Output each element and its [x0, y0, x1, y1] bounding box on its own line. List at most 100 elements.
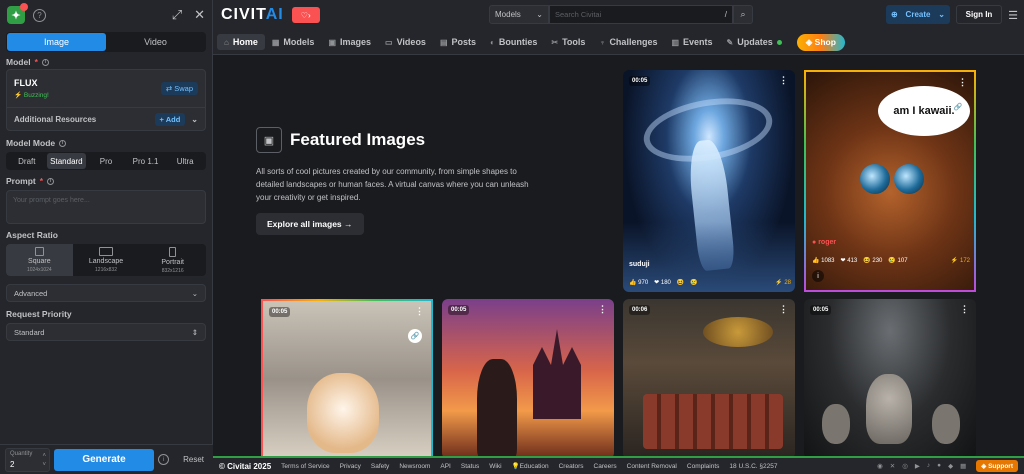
footer-link[interactable]: 18 U.S.C. §2257	[729, 463, 777, 470]
quantity-stepper[interactable]: Quantity 2 ˄ ˅	[5, 447, 50, 472]
tab-video[interactable]: Video	[106, 33, 205, 51]
reddit-icon[interactable]: ●	[937, 462, 941, 470]
creator-name[interactable]: suduji	[629, 261, 650, 268]
generate-button[interactable]: Generate	[54, 448, 154, 471]
civitai-logo[interactable]: CIVITAI	[221, 6, 284, 24]
footer-link[interactable]: Terms of Service	[281, 463, 329, 470]
x-icon[interactable]: ✕	[890, 462, 895, 470]
image-card[interactable]: 00:05 ⋮ suduji 👍 970 ❤ 180 😆 😢 ⚡ 28	[623, 70, 795, 292]
swap-button[interactable]: ⇄ Swap	[160, 82, 198, 95]
instagram-icon[interactable]: ◎	[902, 462, 908, 470]
github-icon[interactable]: ◆	[948, 462, 953, 470]
chevron-down-icon[interactable]: ⌄	[191, 115, 198, 124]
heart-count[interactable]: ❤ 180	[654, 279, 671, 286]
shop-button[interactable]: ◈ Shop	[796, 33, 845, 51]
footer-link[interactable]: Wiki	[489, 463, 501, 470]
creator-name[interactable]: ● roger	[812, 239, 836, 246]
info-icon[interactable]: i	[47, 177, 55, 185]
image-card[interactable]: 00:06 ⋮	[623, 299, 795, 456]
info-icon[interactable]: i	[59, 139, 67, 147]
mouse-figure	[822, 404, 850, 444]
nav-posts[interactable]: ▤ Posts	[433, 34, 483, 50]
help-icon[interactable]: ?	[33, 8, 46, 22]
more-options-icon[interactable]: ⋮	[779, 304, 788, 315]
nav-videos[interactable]: ▭ Videos	[378, 34, 433, 50]
hamburger-menu-icon[interactable]: ☰	[1008, 9, 1018, 22]
aspect-portrait[interactable]: Portrait 832x1216	[139, 244, 206, 276]
add-resource-button[interactable]: + Add	[154, 112, 186, 126]
advanced-toggle[interactable]: Advanced ⌄	[6, 284, 206, 302]
heart-count[interactable]: ❤ 413	[841, 257, 858, 264]
more-options-icon[interactable]: ⋮	[960, 304, 969, 315]
laugh-count[interactable]: 😆 230	[863, 257, 882, 264]
explore-all-images-button[interactable]: Explore all images →	[256, 213, 364, 235]
mode-draft[interactable]: Draft	[7, 153, 47, 169]
discord-icon[interactable]: ◉	[877, 462, 883, 470]
tab-image[interactable]: Image	[7, 33, 106, 51]
footer-link[interactable]: Creators	[559, 463, 584, 470]
aspect-square[interactable]: Square 1024x1024	[6, 244, 73, 276]
expand-icon[interactable]: ⤢	[172, 7, 182, 23]
nav-updates[interactable]: ✎ Updates	[720, 34, 789, 50]
nav-challenges[interactable]: ♆ Challenges	[592, 34, 664, 50]
aspect-landscape[interactable]: Landscape 1216x832	[73, 244, 140, 276]
like-count[interactable]: 👍 1083	[812, 257, 835, 264]
create-button[interactable]: ⊕ Create ⌄	[886, 5, 950, 24]
main-content: ▣ Featured Images All sorts of cool pictu…	[213, 55, 1024, 456]
link-icon[interactable]: 🔗	[951, 100, 965, 114]
nav-bounties[interactable]: ◐ Bounties	[483, 34, 544, 50]
tiktok-icon[interactable]: ♪	[927, 462, 930, 470]
cry-count[interactable]: 😢	[690, 279, 697, 286]
footer-link[interactable]: Careers	[594, 463, 617, 470]
buzz-tip[interactable]: ⚡ 28	[775, 279, 791, 286]
more-options-icon[interactable]: ⋮	[598, 304, 607, 315]
info-icon[interactable]: i	[812, 270, 824, 282]
search-icon[interactable]: ⌕	[733, 5, 753, 24]
support-button[interactable]: ◈ Support	[976, 460, 1018, 472]
brand-icon[interactable]: ✦	[7, 3, 28, 24]
chevron-down-icon: ⌄	[536, 10, 543, 19]
laugh-count[interactable]: 😆	[677, 279, 684, 286]
nav-events[interactable]: ▥ Events	[664, 34, 719, 50]
more-options-icon[interactable]: ⋮	[958, 77, 967, 88]
nav-models[interactable]: ▦ Models	[265, 34, 322, 50]
footer-link[interactable]: Status	[461, 463, 479, 470]
image-card[interactable]: am I kawaii. ⋮ 🔗 ● roger 👍 1083 ❤ 413 😆 …	[804, 70, 976, 292]
mode-ultra[interactable]: Ultra	[165, 153, 205, 169]
prompt-input[interactable]: Your prompt goes here...	[6, 190, 206, 224]
mode-pro-1-1[interactable]: Pro 1.1	[126, 153, 166, 169]
nav-tools[interactable]: ✂ Tools	[544, 34, 592, 50]
footer-link[interactable]: Complaints	[687, 463, 720, 470]
footer-link[interactable]: 💡Education	[512, 462, 549, 470]
cry-count[interactable]: 😢 107	[888, 257, 907, 264]
buzz-tip[interactable]: ⚡ 172	[951, 257, 970, 264]
footer-link[interactable]: Safety	[371, 463, 389, 470]
image-card[interactable]: 00:05 ⋮	[804, 299, 976, 456]
reset-button[interactable]: Reset	[179, 455, 208, 464]
footer-link[interactable]: Newsroom	[399, 463, 430, 470]
stepper-arrows-icon[interactable]: ˄ ˅	[42, 452, 46, 470]
like-count[interactable]: 👍 970	[629, 279, 648, 286]
search-input[interactable]: Search Civitai /	[549, 5, 733, 24]
image-card[interactable]: 00:05 ⋮	[442, 299, 614, 456]
search-type-select[interactable]: Models ⌄	[489, 5, 549, 24]
mode-pro[interactable]: Pro	[86, 153, 126, 169]
youtube-icon[interactable]: ▶	[915, 462, 920, 470]
image-card[interactable]: 00:05 ⋮ 🔗	[261, 299, 433, 456]
footer-link[interactable]: API	[440, 463, 450, 470]
mode-standard[interactable]: Standard	[46, 153, 87, 169]
more-options-icon[interactable]: ⋮	[779, 75, 788, 86]
footer-link[interactable]: Content Removal	[627, 463, 677, 470]
info-icon[interactable]: i	[41, 58, 49, 66]
link-icon[interactable]: 🔗	[408, 329, 422, 343]
support-heart-button[interactable]: ♡ ›	[291, 7, 320, 23]
twitch-icon[interactable]: ▦	[960, 462, 966, 470]
footer-link[interactable]: Privacy	[340, 463, 361, 470]
info-icon[interactable]: i	[158, 454, 169, 465]
more-options-icon[interactable]: ⋮	[415, 306, 424, 317]
close-icon[interactable]: ✕	[194, 7, 205, 23]
nav-home[interactable]: ⌂ Home	[217, 34, 265, 50]
sign-in-button[interactable]: Sign In	[956, 5, 1002, 24]
priority-select[interactable]: Standard ⇕	[6, 323, 206, 341]
nav-images[interactable]: ▣ Images	[321, 34, 378, 50]
